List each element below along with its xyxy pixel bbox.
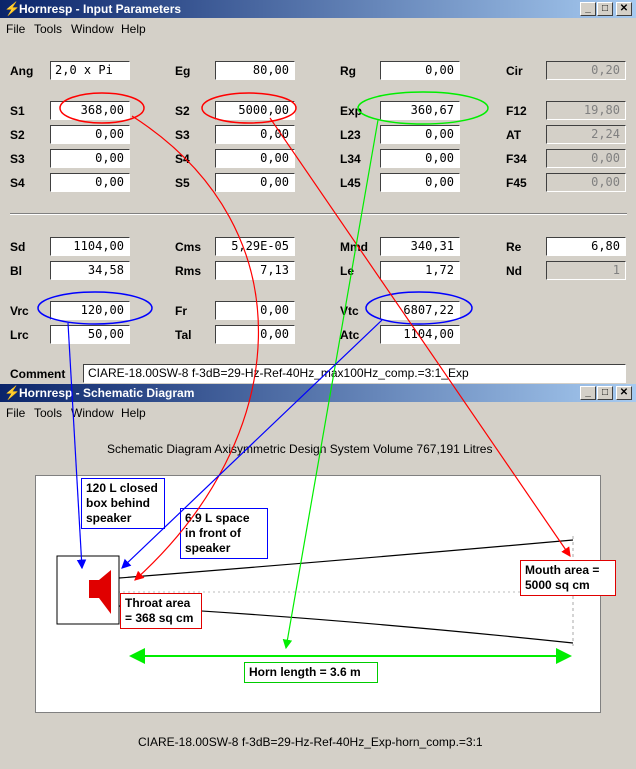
- vrc-highlight-ellipse: [37, 291, 153, 325]
- exp-highlight-ellipse: [357, 91, 489, 125]
- exp-to-length-arrow: [282, 119, 379, 650]
- s1-highlight-ellipse: [59, 92, 145, 124]
- annotation-overlay: [37, 91, 572, 664]
- closed-box-arrow: [67, 322, 87, 570]
- throat-arrow: [131, 115, 259, 581]
- s2-highlight-ellipse: [201, 92, 297, 124]
- mouth-arrow: [269, 117, 571, 557]
- front-space-arrow: [121, 319, 383, 569]
- vtc-highlight-ellipse: [365, 291, 473, 325]
